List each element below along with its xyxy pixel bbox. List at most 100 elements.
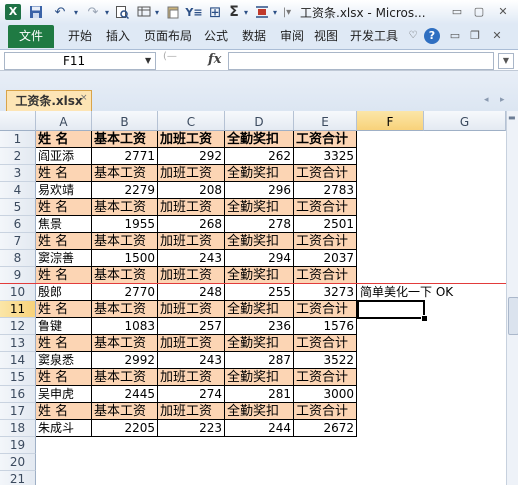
select-all-corner[interactable]: [0, 111, 36, 131]
column-header-d[interactable]: D: [225, 111, 294, 131]
vertical-scrollbar[interactable]: ▬: [506, 111, 518, 485]
salary-data-cell[interactable]: 3000: [294, 386, 357, 403]
chevron-down-icon[interactable]: ▼: [145, 53, 151, 69]
salary-header-cell[interactable]: 工资合计: [294, 199, 357, 216]
print-preview-icon[interactable]: [113, 3, 131, 21]
salary-header-cell[interactable]: 全勤奖扣: [225, 403, 294, 420]
border-icon[interactable]: ⊞: [206, 3, 224, 21]
salary-data-cell[interactable]: 278: [225, 216, 294, 233]
salary-data-cell[interactable]: 2770: [92, 284, 158, 301]
salary-header-cell[interactable]: 全勤奖扣: [225, 131, 294, 148]
salary-header-cell[interactable]: 全勤奖扣: [225, 267, 294, 284]
salary-header-cell[interactable]: 工资合计: [294, 403, 357, 420]
salary-header-cell[interactable]: 加班工资: [158, 335, 225, 352]
row-header-6[interactable]: 6: [0, 216, 36, 233]
undo-icon[interactable]: ↶: [50, 3, 70, 21]
undo-dropdown-icon[interactable]: ▾: [72, 3, 80, 21]
redo-dropdown-icon[interactable]: ▾: [103, 3, 111, 21]
salary-data-cell[interactable]: 窦淙善: [36, 250, 92, 267]
salary-data-cell[interactable]: 208: [158, 182, 225, 199]
salary-header-cell[interactable]: 加班工资: [158, 131, 225, 148]
tab-developer[interactable]: 开发工具: [350, 24, 398, 49]
salary-data-cell[interactable]: 1955: [92, 216, 158, 233]
align-icon[interactable]: [253, 3, 271, 21]
expand-formula-icon[interactable]: ▼: [498, 53, 514, 69]
salary-data-cell[interactable]: 2783: [294, 182, 357, 199]
tab-data[interactable]: 数据: [242, 24, 266, 49]
align-dropdown-icon[interactable]: ▾: [271, 3, 279, 21]
salary-data-cell[interactable]: 257: [158, 318, 225, 335]
formula-input[interactable]: [228, 52, 494, 70]
tab-insert[interactable]: 插入: [106, 24, 130, 49]
salary-header-cell[interactable]: 姓 名: [36, 267, 92, 284]
active-cell-selection[interactable]: [357, 300, 425, 319]
salary-data-cell[interactable]: 2672: [294, 420, 357, 437]
salary-data-cell[interactable]: 2205: [92, 420, 158, 437]
salary-data-cell[interactable]: 3325: [294, 148, 357, 165]
salary-data-cell[interactable]: 223: [158, 420, 225, 437]
row-header-9[interactable]: 9: [0, 267, 36, 284]
salary-header-cell[interactable]: 工资合计: [294, 335, 357, 352]
row-header-2[interactable]: 2: [0, 148, 36, 165]
salary-header-cell[interactable]: 加班工资: [158, 267, 225, 284]
salary-header-cell[interactable]: 工资合计: [294, 301, 357, 318]
salary-header-cell[interactable]: 姓 名: [36, 131, 92, 148]
salary-data-cell[interactable]: 3522: [294, 352, 357, 369]
row-header-20[interactable]: 20: [0, 454, 36, 471]
tab-page-layout[interactable]: 页面布局: [144, 24, 192, 49]
column-header-a[interactable]: A: [36, 111, 92, 131]
salary-header-cell[interactable]: 加班工资: [158, 233, 225, 250]
row-header-10[interactable]: 10: [0, 284, 36, 301]
salary-header-cell[interactable]: 工资合计: [294, 131, 357, 148]
minimize-icon[interactable]: ▭: [448, 3, 466, 21]
format-dropdown-icon[interactable]: ▾: [153, 3, 161, 21]
row-header-17[interactable]: 17: [0, 403, 36, 420]
close-tab-icon[interactable]: ×: [80, 93, 88, 103]
wb-minimize-icon[interactable]: ▭: [448, 28, 462, 44]
salary-header-cell[interactable]: 基本工资: [92, 131, 158, 148]
column-header-e[interactable]: E: [294, 111, 357, 131]
salary-data-cell[interactable]: 焦景: [36, 216, 92, 233]
row-header-7[interactable]: 7: [0, 233, 36, 250]
salary-data-cell[interactable]: 鲁键: [36, 318, 92, 335]
row-header-13[interactable]: 13: [0, 335, 36, 352]
salary-header-cell[interactable]: 基本工资: [92, 199, 158, 216]
row-header-5[interactable]: 5: [0, 199, 36, 216]
row-header-3[interactable]: 3: [0, 165, 36, 182]
row-header-18[interactable]: 18: [0, 420, 36, 437]
row-header-1[interactable]: 1: [0, 131, 36, 148]
row-header-8[interactable]: 8: [0, 250, 36, 267]
wb-close-icon[interactable]: ✕: [490, 28, 504, 44]
tab-scroll-left-icon[interactable]: ◂: [484, 95, 489, 105]
salary-data-cell[interactable]: 274: [158, 386, 225, 403]
row-header-19[interactable]: 19: [0, 437, 36, 454]
excel-icon[interactable]: X: [5, 4, 21, 20]
salary-data-cell[interactable]: 2992: [92, 352, 158, 369]
salary-data-cell[interactable]: 248: [158, 284, 225, 301]
salary-header-cell[interactable]: 工资合计: [294, 233, 357, 250]
save-icon[interactable]: [28, 3, 44, 21]
salary-header-cell[interactable]: 加班工资: [158, 301, 225, 318]
insert-function-icon[interactable]: fx: [208, 52, 221, 67]
salary-header-cell[interactable]: 加班工资: [158, 199, 225, 216]
salary-data-cell[interactable]: 292: [158, 148, 225, 165]
salary-data-cell[interactable]: 易欢靖: [36, 182, 92, 199]
salary-data-cell[interactable]: 阎亚添: [36, 148, 92, 165]
maximize-icon[interactable]: ▢: [470, 3, 488, 21]
format-icon[interactable]: [135, 3, 153, 21]
scroll-thumb[interactable]: [508, 297, 518, 335]
salary-header-cell[interactable]: 工资合计: [294, 165, 357, 182]
tab-review[interactable]: 审阅: [280, 24, 304, 49]
redo-icon[interactable]: ↷: [84, 3, 102, 21]
salary-header-cell[interactable]: 姓 名: [36, 165, 92, 182]
salary-header-cell[interactable]: 基本工资: [92, 301, 158, 318]
salary-data-cell[interactable]: 1576: [294, 318, 357, 335]
customize-icon[interactable]: |▾: [282, 3, 292, 21]
salary-data-cell[interactable]: 243: [158, 250, 225, 267]
fill-handle[interactable]: [421, 315, 428, 322]
tab-file[interactable]: 文件: [8, 25, 54, 48]
row-header-12[interactable]: 12: [0, 318, 36, 335]
tab-scroll-right-icon[interactable]: ▸: [500, 95, 505, 105]
salary-header-cell[interactable]: 姓 名: [36, 369, 92, 386]
salary-data-cell[interactable]: 2771: [92, 148, 158, 165]
